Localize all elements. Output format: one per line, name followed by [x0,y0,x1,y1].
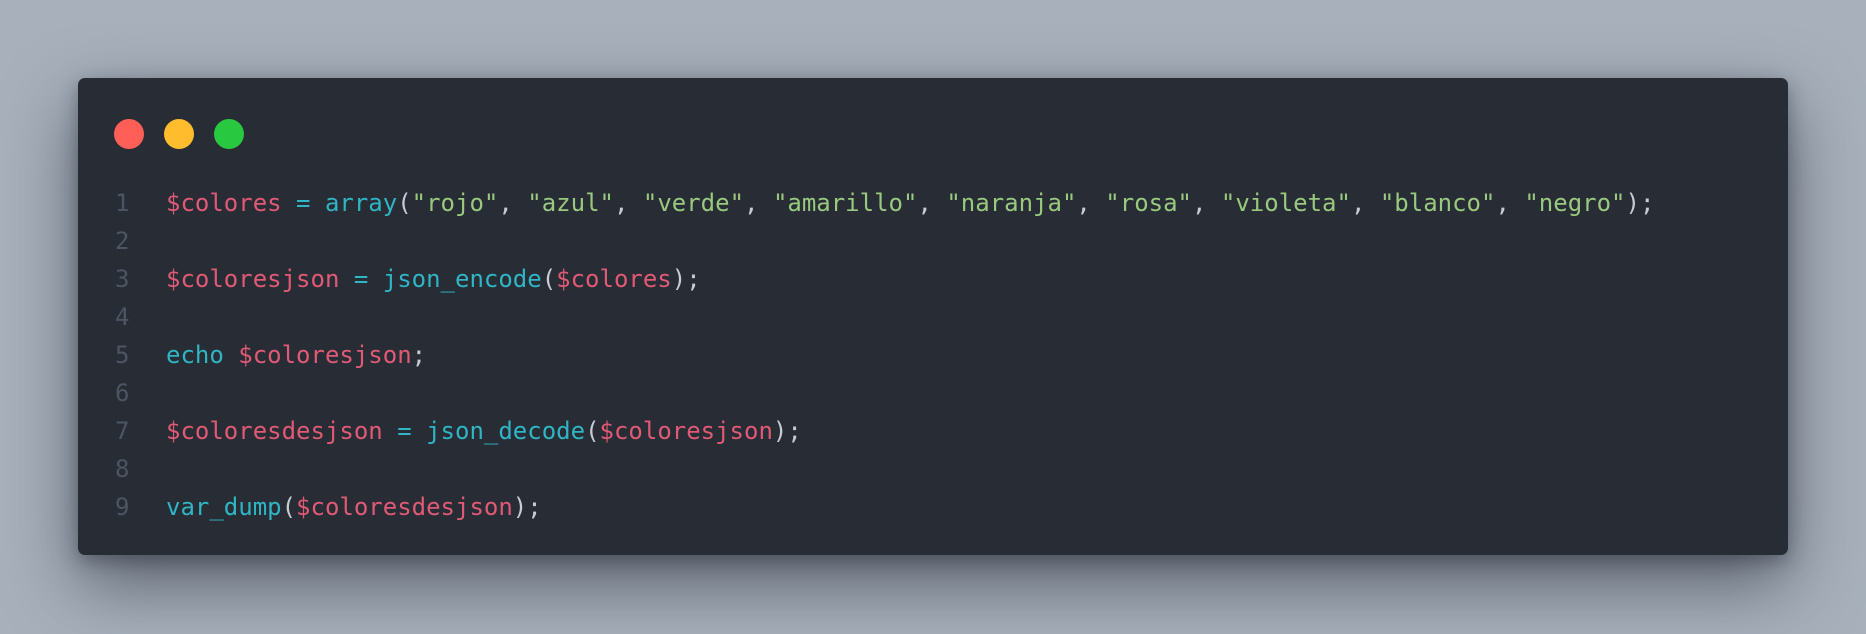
line-number: 8 [115,455,130,483]
code-line: 3 $coloresjson = json_encode($colores); [78,260,1654,298]
line-number: 7 [115,417,130,445]
maximize-dot-icon[interactable] [214,119,244,149]
function-token: echo [166,341,224,369]
punctuation-token: , [744,189,773,217]
line-content: $colores = array("rojo", "azul", "verde"… [166,184,1654,222]
punctuation-token: ); [512,493,542,521]
code-line: 5 echo $coloresjson; [78,336,1654,374]
punctuation-token: , [1076,189,1106,217]
window-controls [114,119,244,149]
operator-token: = [353,265,369,293]
string-token: "naranja" [946,189,1077,217]
code-line: 2 [78,222,1654,260]
line-content: $coloresjson = json_encode($colores); [166,260,701,298]
variable-token: $coloresdesjson [166,417,383,445]
string-token: "blanco" [1379,189,1496,217]
line-number: 5 [115,341,130,369]
code-line: 4 [78,298,1654,336]
punctuation-token [224,341,238,369]
operator-token: = [296,189,311,217]
punctuation-token: ); [772,417,802,445]
line-number: 3 [115,265,130,293]
string-token: "rojo" [411,189,499,217]
function-token: array [324,189,398,217]
punctuation-token: , [1495,189,1525,217]
code-line: 6 [78,374,1654,412]
string-token: "verde" [642,189,745,217]
punctuation-token: , [613,189,643,217]
punctuation-token [282,189,296,217]
punctuation-token [311,189,325,217]
line-number: 9 [115,493,130,521]
code-line: 8 [78,450,1654,488]
line-number: 4 [115,303,130,331]
function-token: var_dump [166,493,282,521]
punctuation-token [412,417,426,445]
string-token: "amarillo" [772,189,918,217]
variable-token: $coloresjson [599,417,773,445]
line-number: 6 [115,379,130,407]
punctuation-token [339,265,353,293]
minimize-dot-icon[interactable] [164,119,194,149]
line-content: $coloresdesjson = json_decode($coloresjs… [166,412,802,450]
string-token: "rosa" [1105,189,1192,217]
punctuation-token: ); [671,265,701,293]
line-content: echo $coloresjson; [166,336,426,374]
punctuation-token: ( [541,265,557,293]
variable-token: $coloresjson [238,341,412,369]
function-token: json_decode [426,417,586,445]
operator-token: = [397,417,412,445]
code-window: 1 $colores = array("rojo", "azul", "verde… [78,78,1788,555]
punctuation-token [383,417,397,445]
punctuation-token: , [917,189,947,217]
line-content: var_dump($coloresdesjson); [166,488,542,526]
variable-token: $coloresjson [166,265,340,293]
string-token: "azul" [527,189,614,217]
line-number: 1 [115,189,130,217]
punctuation-token: , [498,189,528,217]
string-token: "negro" [1524,189,1626,217]
variable-token: $colores [166,189,282,217]
variable-token: $coloresdesjson [296,493,513,521]
close-dot-icon[interactable] [114,119,144,149]
punctuation-token: ); [1625,189,1655,217]
variable-token: $colores [556,265,672,293]
string-token: "violeta" [1220,189,1351,217]
punctuation-token: ( [397,189,412,217]
punctuation-token: ; [411,341,427,369]
punctuation-token: , [1192,189,1221,217]
function-token: json_encode [382,265,542,293]
punctuation-token: , [1350,189,1380,217]
code-line: 9 var_dump($coloresdesjson); [78,488,1654,526]
punctuation-token: ( [585,417,600,445]
punctuation-token [368,265,382,293]
code-line: 1 $colores = array("rojo", "azul", "verde… [78,184,1654,222]
line-number: 2 [115,227,130,255]
code-block: 1 $colores = array("rojo", "azul", "verde… [78,184,1654,526]
punctuation-token: ( [281,493,297,521]
code-line: 7 $coloresdesjson = json_decode($coloresj… [78,412,1654,450]
